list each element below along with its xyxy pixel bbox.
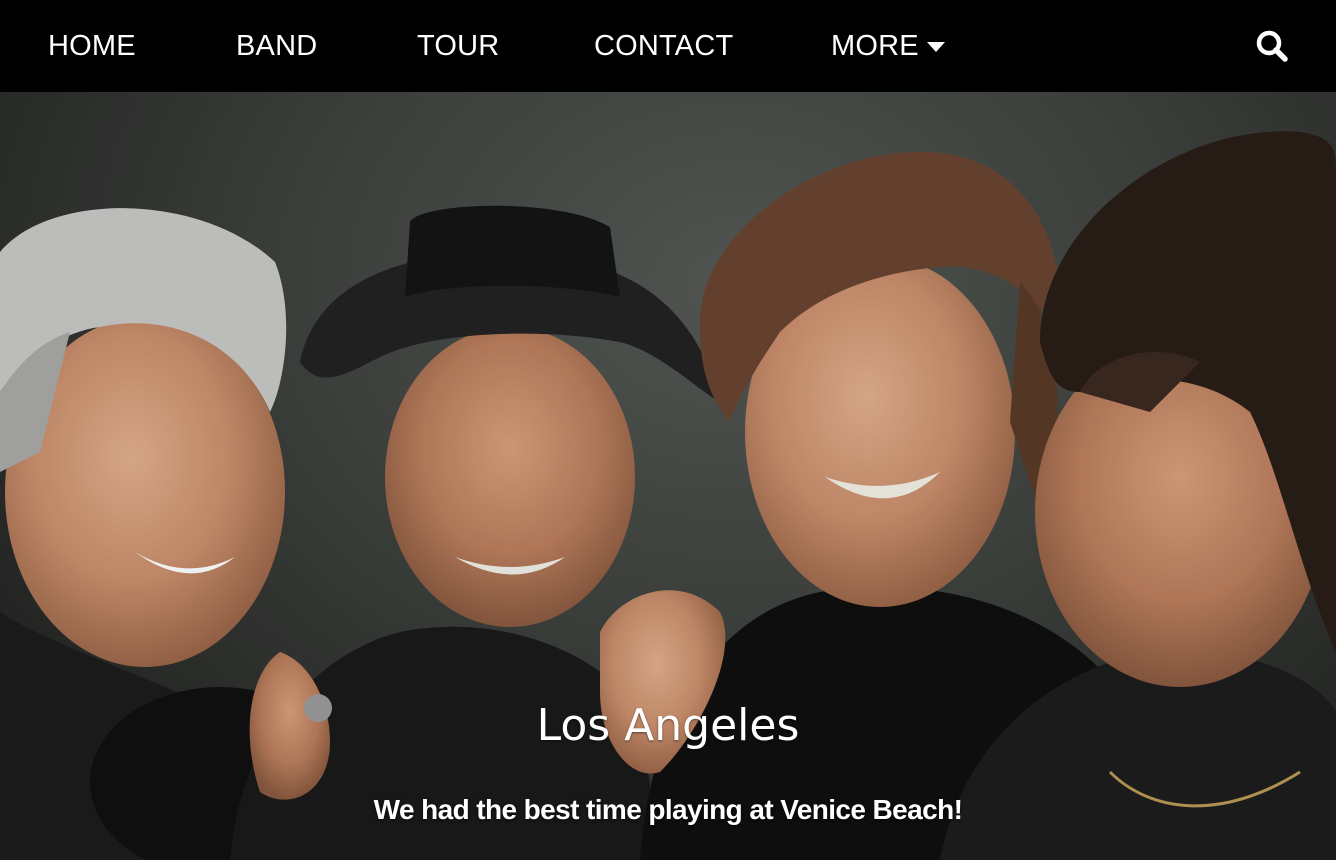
caret-down-icon [926, 42, 945, 52]
nav-tour-link[interactable]: TOUR [417, 0, 499, 92]
nav-contact-link[interactable]: CONTACT [594, 0, 733, 92]
search-icon[interactable] [1254, 28, 1290, 64]
slide-caption-title: Los Angeles [536, 700, 800, 751]
nav-more-dropdown[interactable]: MORE [831, 0, 945, 92]
slide-caption-text: We had the best time playing at Venice B… [373, 794, 963, 825]
nav-more-label: MORE [831, 29, 919, 62]
nav-band-link[interactable]: BAND [236, 0, 317, 92]
hero-slide: Los Angeles We had the best time playing… [0, 92, 1336, 860]
nav-home-link[interactable]: HOME [48, 0, 136, 92]
top-navbar: HOME BAND TOUR CONTACT MORE [0, 0, 1336, 92]
